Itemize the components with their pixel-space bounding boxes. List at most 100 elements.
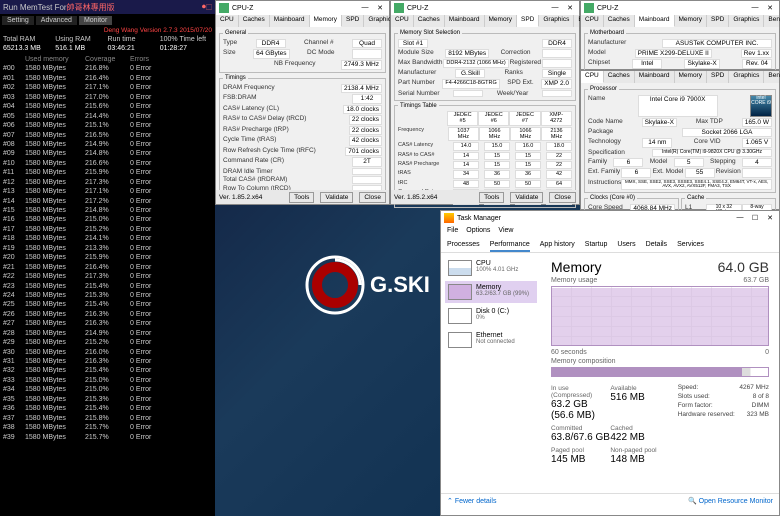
menu-options[interactable]: Options: [466, 227, 490, 234]
tab-advanced[interactable]: Advanced: [36, 16, 77, 25]
tab-caches[interactable]: Caches: [604, 15, 635, 27]
tab-memory[interactable]: Memory: [675, 71, 707, 83]
tab-mainboard[interactable]: Mainboard: [635, 15, 675, 27]
mb-rev: Rev 1.xx: [741, 49, 772, 58]
registered: [542, 59, 572, 67]
minimize-icon[interactable]: —: [359, 4, 371, 12]
table-row: #341580 MBytes215.0%0 Error: [3, 385, 212, 394]
table-row: #001580 MBytes216.8%0 Error: [3, 64, 212, 73]
family: 6: [613, 158, 643, 167]
dram-idle: [352, 168, 382, 175]
memtest-header-values: 65213.3 MB516.1 MB03:46:2101:28:27: [0, 45, 215, 55]
chipset-rev: Rev. 04: [742, 59, 772, 68]
tab-cpu[interactable]: CPU: [581, 15, 604, 27]
table-row: RAS# Precharge14151522: [398, 161, 572, 170]
tab-startup[interactable]: Startup: [585, 239, 608, 252]
tab-spd[interactable]: SPD: [707, 71, 729, 83]
graph-x-right: 0: [765, 349, 769, 356]
stat-label: In use (Compressed): [551, 385, 610, 399]
close-button[interactable]: Close: [549, 192, 576, 203]
table-row: RAS# to CAS#14151522: [398, 151, 572, 160]
tab-cpu[interactable]: CPU: [216, 15, 239, 27]
stat-label: Cached: [610, 425, 669, 432]
tab-mainboard[interactable]: Mainboard: [445, 15, 485, 27]
tab-caches[interactable]: Caches: [414, 15, 445, 27]
memory-thumb-icon: [448, 284, 472, 300]
fewer-details-link[interactable]: ⌃ Fewer details: [447, 497, 496, 505]
tab-memory[interactable]: Memory: [310, 15, 342, 27]
validate-button[interactable]: Validate: [320, 192, 353, 203]
minimize-icon[interactable]: —: [549, 4, 561, 12]
minimize-icon[interactable]: —: [749, 4, 761, 12]
cpuz-icon: [394, 3, 404, 13]
tab-users[interactable]: Users: [617, 239, 635, 252]
tab-spd[interactable]: SPD: [707, 15, 729, 27]
table-row: #081580 MBytes214.9%0 Error: [3, 140, 212, 149]
sidebar-item-ethernet[interactable]: EthernetNot connected: [445, 329, 537, 351]
tab-processes[interactable]: Processes: [447, 239, 480, 252]
window-title: CPU-Z: [597, 5, 618, 12]
memtest-title-suffix: 帥哥林專用版: [67, 2, 115, 13]
table-row: Frequency1037 MHz1066 MHz1066 MHz2136 MH…: [398, 126, 572, 142]
menu-file[interactable]: File: [447, 227, 458, 234]
tools-button[interactable]: Tools: [479, 192, 504, 203]
tab-mainboard[interactable]: Mainboard: [270, 15, 310, 27]
table-row: #041580 MBytes215.6%0 Error: [3, 102, 212, 111]
tab-spd[interactable]: SPD: [517, 15, 539, 27]
mem-mfr: G.Skill: [455, 69, 485, 78]
cpuz4-tabs: CPUCachesMainboardMemorySPDGraphicsBench…: [581, 71, 779, 83]
inuse-value: 63.2 GB (56.6 MB): [551, 399, 610, 421]
tab-caches[interactable]: Caches: [239, 15, 270, 27]
maximize-icon[interactable]: ☐: [749, 214, 761, 222]
close-icon[interactable]: ✕: [564, 4, 576, 12]
tab-app-history[interactable]: App history: [540, 239, 575, 252]
close-icon[interactable]: ✕: [374, 4, 386, 12]
sidebar-item-disk[interactable]: Disk 0 (C:)0%: [445, 305, 537, 327]
tab-bench[interactable]: Bench: [764, 71, 780, 83]
tab-caches[interactable]: Caches: [604, 71, 635, 83]
tab-cpu[interactable]: CPU: [581, 71, 604, 83]
close-icon[interactable]: ✕: [764, 4, 776, 12]
tab-spd[interactable]: SPD: [342, 15, 364, 27]
memory-composition-bar: [551, 367, 769, 377]
record-icon[interactable]: ⏺⬚: [202, 2, 212, 12]
cpu-name: Intel Core i9 7900X: [638, 95, 718, 117]
open-resource-monitor-link[interactable]: 🔍 Open Resource Monitor: [688, 497, 773, 505]
tab-monitor[interactable]: Monitor: [79, 16, 112, 25]
tools-button[interactable]: Tools: [289, 192, 314, 203]
tm-sidebar: CPU100% 4.01 GHz Memory63.2/63.7 GB (99%…: [441, 253, 541, 493]
cpuz-cpu-window: CPUCachesMainboardMemorySPDGraphicsBench…: [580, 70, 780, 210]
validate-button[interactable]: Validate: [510, 192, 543, 203]
slot-select[interactable]: Slot #1: [398, 39, 428, 48]
cpu-thumb-icon: [448, 260, 472, 276]
sidebar-item-memory[interactable]: Memory63.2/63.7 GB (99%): [445, 281, 537, 303]
table-row: #241580 MBytes215.3%0 Error: [3, 291, 212, 300]
close-icon[interactable]: ✕: [764, 214, 776, 222]
tab-graphics[interactable]: Graphics: [539, 15, 574, 27]
nb-freq: 2749.3 MHz: [341, 60, 382, 70]
menu-view[interactable]: View: [498, 227, 513, 234]
tab-details[interactable]: Details: [646, 239, 667, 252]
tab-bench[interactable]: Bench: [764, 15, 780, 27]
tab-mainboard[interactable]: Mainboard: [635, 71, 675, 83]
tab-services[interactable]: Services: [677, 239, 704, 252]
close-button[interactable]: Close: [359, 192, 386, 203]
memory-info: Speed:4267 MHzSlots used:8 of 8Form fact…: [678, 383, 769, 467]
tab-graphics[interactable]: Graphics: [729, 15, 764, 27]
tab-memory[interactable]: Memory: [485, 15, 517, 27]
dc-mode: [352, 49, 382, 59]
spd-ext: XMP 2.0: [541, 79, 572, 88]
tab-setting[interactable]: Setting: [2, 16, 34, 25]
table-row: #321580 MBytes215.4%0 Error: [3, 366, 212, 375]
table-row: #211580 MBytes216.4%0 Error: [3, 263, 212, 272]
minimize-icon[interactable]: —: [734, 214, 746, 222]
sidebar-item-cpu[interactable]: CPU100% 4.01 GHz: [445, 257, 537, 279]
tab-graphics[interactable]: Graphics: [729, 71, 764, 83]
tab-performance[interactable]: Performance: [490, 239, 530, 252]
tab-cpu[interactable]: CPU: [391, 15, 414, 27]
table-row: #361580 MBytes215.4%0 Error: [3, 404, 212, 413]
package: Socket 2066 LGA: [682, 128, 772, 137]
tab-memory[interactable]: Memory: [675, 15, 707, 27]
page-title: Memory: [551, 259, 602, 275]
max-tdp: 165.0 W: [742, 118, 772, 127]
